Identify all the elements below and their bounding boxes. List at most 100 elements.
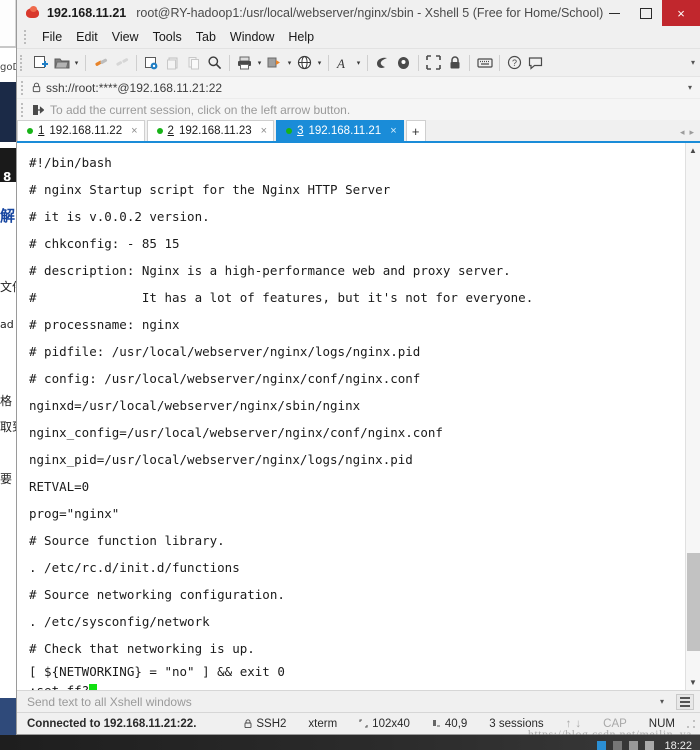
menu-tools[interactable]: Tools [146,28,189,46]
toolbar-separator [229,55,230,71]
svg-text:?: ? [512,58,517,68]
bg-dark-panel [0,82,16,142]
bg-text-fragment-cn4: 取到 [0,418,16,435]
print-icon[interactable] [234,52,255,74]
status-size: 102x40 [348,718,421,730]
upload-arrow-icon: ↑ [566,718,572,730]
disconnect-icon[interactable] [111,52,132,74]
send-to-all-menu-icon[interactable] [676,694,694,710]
close-button[interactable]: × [662,0,700,26]
transfer-icon[interactable] [264,52,285,74]
tab-close-icon[interactable]: × [390,125,396,137]
send-to-all-chevron-down-icon[interactable]: ▾ [660,697,664,706]
font-chevron-down-icon[interactable]: ▾ [354,59,363,67]
terminal-line: . /etc/sysconfig/network [29,608,685,635]
new-session-icon[interactable] [30,52,51,74]
minimize-button[interactable] [598,0,630,26]
menu-file[interactable]: File [35,28,69,46]
menu-bar: File Edit View Tools Tab Window Help [17,26,700,48]
tab-192-168-11-22[interactable]: 1 192.168.11.22 × [17,120,145,141]
keyboard-icon[interactable] [474,52,495,74]
tab-192-168-11-23[interactable]: 2 192.168.11.23 × [147,120,275,141]
terminal-line: # processname: nginx [29,311,685,338]
bg-bottom-panel [0,698,16,735]
bg-divider [0,46,16,48]
highlight-icon[interactable] [393,52,414,74]
scrollbar-thumb[interactable] [687,553,700,651]
terminal-area: #!/bin/bash # nginx Startup script for t… [17,143,700,690]
tab-nav-next-icon[interactable]: ▸ [689,127,694,138]
add-session-icon[interactable] [32,104,44,116]
font-icon[interactable]: A [333,52,354,74]
menu-edit[interactable]: Edit [69,28,105,46]
transfer-chevron-down-icon[interactable]: ▾ [285,59,294,67]
tray-icon-2[interactable] [613,741,622,750]
scroll-up-icon[interactable]: ▲ [686,143,700,158]
tab-192-168-11-21[interactable]: 3 192.168.11.21 × [276,120,404,141]
search-icon[interactable] [204,52,225,74]
tray-icon-1[interactable] [597,741,606,750]
bg-text-fragment-cn2: 文件 [0,278,16,295]
terminal-output[interactable]: #!/bin/bash # nginx Startup script for t… [17,143,685,690]
taskbar-clock[interactable]: 18:22 [664,740,692,752]
tab-status-dot-icon [286,128,292,134]
session-properties-icon[interactable] [141,52,162,74]
menu-window[interactable]: Window [223,28,281,46]
tab-label: 192.168.11.21 [309,125,382,137]
tab-nav-prev-icon[interactable]: ◂ [680,127,685,138]
address-chevron-down-icon[interactable]: ▾ [688,83,692,92]
fullscreen-icon[interactable] [423,52,444,74]
status-cursor-position: 40,9 [421,718,478,730]
terminal-line: # nginx Startup script for the Nginx HTT… [29,176,685,203]
toolbar-separator [367,55,368,71]
globe-icon[interactable] [294,52,315,74]
title-bar[interactable]: 192.168.11.21 root@RY-hadoop1:/usr/local… [17,0,700,26]
open-folder-chevron-down-icon[interactable]: ▾ [72,59,81,67]
print-chevron-down-icon[interactable]: ▾ [255,59,264,67]
new-tab-button[interactable]: + [406,120,426,141]
menu-tab[interactable]: Tab [189,28,223,46]
terminal-line: # It has a lot of features, but it's not… [29,284,685,311]
lock-icon [244,719,252,729]
cut-icon[interactable] [162,52,183,74]
bg-window-fragment-top [0,0,16,48]
chat-icon[interactable] [525,52,546,74]
scroll-down-icon[interactable]: ▼ [686,675,700,690]
tab-close-icon[interactable]: × [261,125,267,137]
resize-grip-icon[interactable] [686,719,696,729]
send-to-all-bar[interactable]: Send text to all Xshell windows ▾ [17,690,700,712]
toolbar-separator [136,55,137,71]
toolbar: ▾ [17,48,700,76]
cursor-pos-icon [432,719,441,728]
terminal-line: . /etc/rc.d/init.d/functions [29,554,685,581]
terminal-scrollbar[interactable]: ▲ ▼ [685,143,700,690]
xshell-window: 192.168.11.21 root@RY-hadoop1:/usr/local… [16,0,700,735]
globe-chevron-down-icon[interactable]: ▾ [315,59,324,67]
toolbar-separator [469,55,470,71]
send-to-all-input[interactable]: Send text to all Xshell windows [17,695,192,709]
menu-help[interactable]: Help [281,28,321,46]
tab-label: 192.168.11.22 [49,125,122,137]
maximize-button[interactable] [630,0,662,26]
open-folder-icon[interactable] [51,52,72,74]
connect-icon[interactable] [90,52,111,74]
address-input[interactable]: ssh://root:****@192.168.11.21:22 [46,81,222,95]
scrollbar-track[interactable] [686,158,700,675]
menu-view[interactable]: View [105,28,146,46]
toolbar-overflow-button[interactable]: ▾ [691,58,695,67]
terminal-line: [ ${NETWORKING} = "no" ] && exit 0 [29,662,685,681]
terminal-line: # Check that networking is up. [29,635,685,662]
tray-icon-3[interactable] [629,741,638,750]
bg-text-fragment-ad: ad [0,318,16,331]
address-bar[interactable]: ssh://root:****@192.168.11.21:22 ▾ [17,76,700,98]
compose-icon[interactable] [372,52,393,74]
tab-close-icon[interactable]: × [131,125,137,137]
help-icon[interactable]: ? [504,52,525,74]
tab-number: 1 [38,125,44,137]
terminal-line: # Source networking configuration. [29,581,685,608]
copy-icon[interactable] [183,52,204,74]
tray-icon-4[interactable] [645,741,654,750]
toolbar-separator [499,55,500,71]
taskbar: 18:22 [0,735,700,750]
lock-icon[interactable] [444,52,465,74]
